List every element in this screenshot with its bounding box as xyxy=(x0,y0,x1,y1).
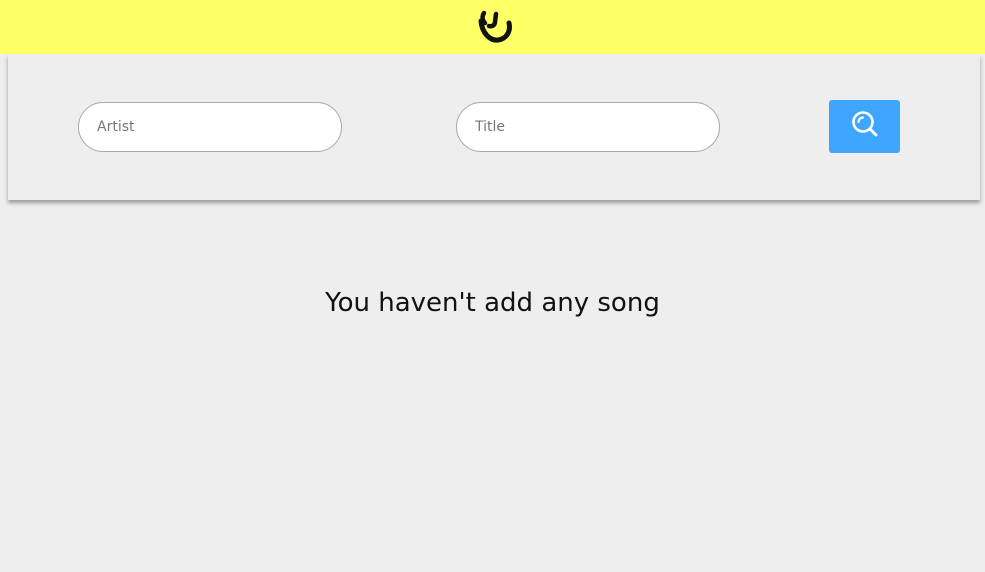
artist-input[interactable] xyxy=(78,102,342,152)
top-bar xyxy=(0,0,985,54)
smiley-logo-icon xyxy=(476,8,516,46)
search-button[interactable] xyxy=(829,100,900,153)
title-input[interactable] xyxy=(456,102,720,152)
empty-state-message: You haven't add any song xyxy=(325,288,660,318)
search-panel xyxy=(8,54,980,200)
search-icon xyxy=(850,110,880,143)
